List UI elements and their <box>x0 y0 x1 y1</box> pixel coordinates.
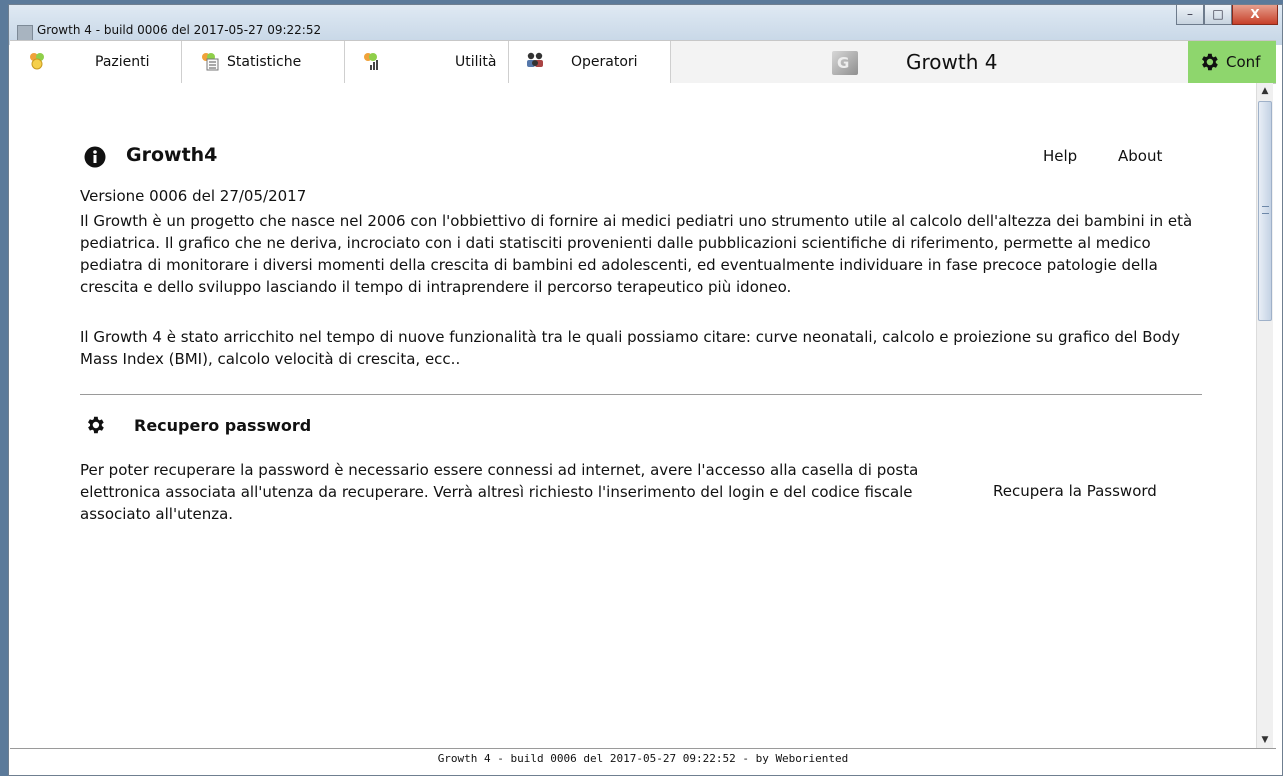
operators-icon <box>527 52 543 67</box>
brand-name: Growth 4 <box>906 50 998 74</box>
window-controls: – □ X <box>1176 5 1278 27</box>
patients-icon <box>30 53 44 70</box>
thumb-grip-icon <box>1262 206 1269 214</box>
recovery-section-title: Recupero password <box>134 416 312 435</box>
growth-logo: G <box>832 51 858 75</box>
main-menu-bar: Pazienti Statistiche Utilità Operatori G… <box>10 40 1276 84</box>
menu-label-statistiche: Statistiche <box>227 54 302 70</box>
info-icon <box>84 146 106 168</box>
conf-label: Conf <box>1226 53 1261 71</box>
scrollbar-thumb[interactable] <box>1258 101 1272 321</box>
close-button[interactable]: X <box>1232 5 1278 25</box>
logo-letter: G <box>837 54 850 72</box>
main-content: Growth4 Help About Versione 0006 del 27/… <box>10 83 1256 748</box>
recovery-description: Per poter recuperare la password è neces… <box>80 461 919 523</box>
description-paragraph: Il Growth è un progetto che nasce nel 20… <box>80 212 1193 296</box>
recover-password-link[interactable]: Recupera la Password <box>993 482 1157 500</box>
maximize-button[interactable]: □ <box>1204 5 1232 25</box>
app-icon <box>17 25 33 41</box>
settings-gear-icon <box>88 416 104 434</box>
maximize-icon: □ <box>1212 7 1224 21</box>
vertical-scrollbar[interactable]: ▲ ▼ <box>1256 83 1273 748</box>
menu-item-pazienti[interactable]: Pazienti <box>10 41 182 83</box>
scroll-up-icon[interactable]: ▲ <box>1257 83 1273 99</box>
section-divider <box>80 394 1202 395</box>
features-paragraph: Il Growth 4 è stato arricchito nel tempo… <box>80 328 1181 368</box>
menu-item-statistiche[interactable]: Statistiche <box>182 41 345 83</box>
utilities-icon <box>364 53 378 70</box>
menu-label-operatori: Operatori <box>571 54 638 70</box>
close-icon: X <box>1250 7 1260 21</box>
title-bar[interactable]: Growth 4 - build 0006 del 2017-05-27 09:… <box>9 5 1282 45</box>
menu-item-utilita[interactable]: Utilità <box>345 41 509 83</box>
status-text: Growth 4 - build 0006 del 2017-05-27 09:… <box>437 752 849 765</box>
menu-label-pazienti: Pazienti <box>95 54 150 70</box>
about-link[interactable]: About <box>1118 147 1162 165</box>
status-bar: Growth 4 - build 0006 del 2017-05-27 09:… <box>10 748 1276 769</box>
menu-item-operatori[interactable]: Operatori <box>509 41 671 83</box>
menu-label-utilita: Utilità <box>455 54 497 70</box>
help-link[interactable]: Help <box>1043 147 1077 165</box>
window-title: Growth 4 - build 0006 del 2017-05-27 09:… <box>37 23 322 37</box>
conf-button[interactable]: Conf <box>1188 41 1276 83</box>
page-title: Growth4 <box>126 144 218 166</box>
gear-icon <box>1202 53 1218 71</box>
minimize-icon: – <box>1187 7 1193 21</box>
scroll-down-icon[interactable]: ▼ <box>1257 732 1273 748</box>
statistics-icon <box>202 53 219 71</box>
version-text: Versione 0006 del 27/05/2017 <box>80 187 307 205</box>
minimize-button[interactable]: – <box>1176 5 1204 25</box>
